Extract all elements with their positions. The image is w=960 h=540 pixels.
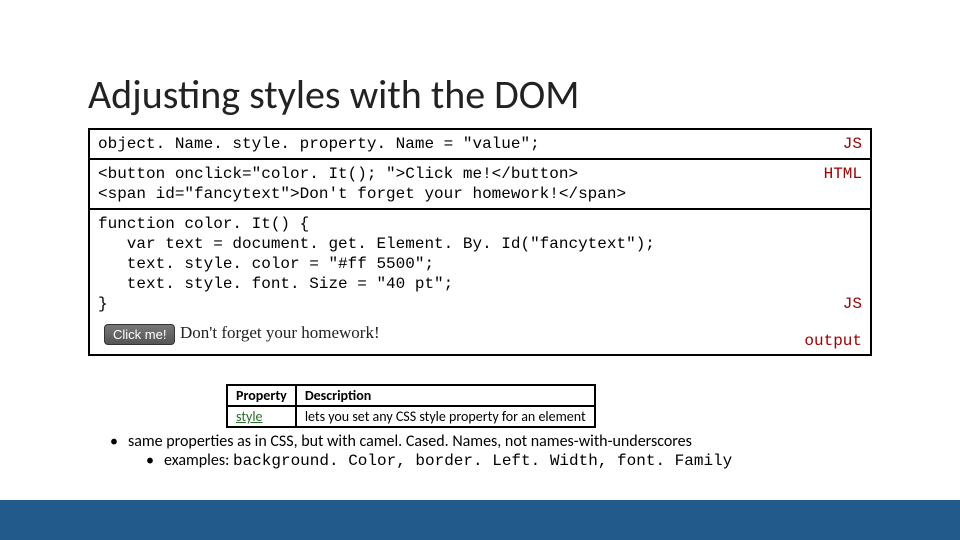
table-row: style lets you set any CSS style propert…: [227, 406, 595, 427]
style-property-desc: lets you set any CSS style property for …: [296, 406, 595, 427]
header-property: Property: [227, 385, 296, 406]
syntax-code: object. Name. style. property. Name = "v…: [98, 135, 540, 153]
html-code: <button onclick="color. It(); ">Click me…: [98, 165, 626, 203]
badge-js-2: JS: [843, 294, 862, 314]
examples-code: background. Color, border. Left. Width, …: [233, 452, 732, 470]
js-code-box: JS function color. It() { var text = docu…: [88, 208, 872, 318]
click-me-button[interactable]: Click me!: [104, 324, 175, 345]
syntax-code-box: JS object. Name. style. property. Name = …: [88, 128, 872, 158]
badge-js: JS: [843, 134, 862, 154]
footer-bar: [0, 500, 960, 540]
page-title: Adjusting styles with the DOM: [88, 70, 579, 119]
output-box: Click me! Don't forget your homework! ou…: [88, 318, 872, 356]
output-text: Don't forget your homework!: [180, 323, 380, 343]
list-item: same properties as in CSS, but with came…: [110, 432, 732, 451]
html-code-box: HTML <button onclick="color. It(); ">Clic…: [88, 158, 872, 208]
property-table: Property Description style lets you set …: [226, 384, 596, 428]
badge-html: HTML: [824, 164, 862, 184]
bullet-list: same properties as in CSS, but with came…: [110, 432, 732, 470]
table-row: Property Description: [227, 385, 595, 406]
badge-output: output: [804, 332, 862, 350]
style-property-link[interactable]: style: [227, 406, 296, 427]
slide: Adjusting styles with the DOM JS object. …: [0, 0, 960, 540]
examples-label: examples:: [164, 451, 233, 470]
list-item: examples: background. Color, border. Lef…: [146, 451, 732, 470]
header-description: Description: [296, 385, 595, 406]
code-panels: JS object. Name. style. property. Name = …: [88, 128, 872, 356]
js-code: function color. It() { var text = docume…: [98, 215, 655, 313]
